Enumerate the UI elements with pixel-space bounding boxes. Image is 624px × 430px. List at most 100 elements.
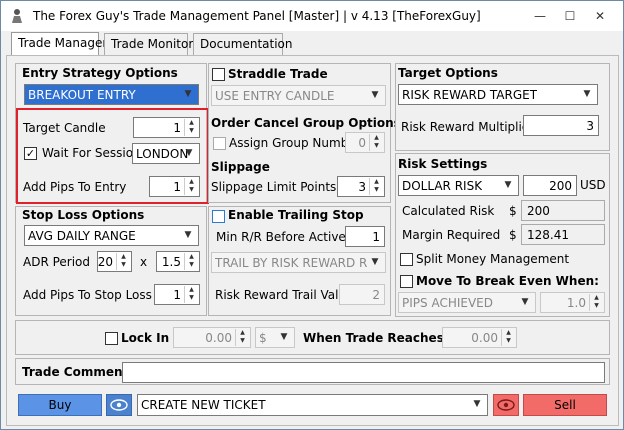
chevron-down-icon: ▼ xyxy=(504,180,512,190)
calculated-risk-symbol: $ xyxy=(509,204,517,218)
lock-in-unit-value: $ xyxy=(259,331,267,345)
risk-type-value: DOLLAR RISK xyxy=(402,179,483,193)
slippage-header: Slippage xyxy=(211,160,270,174)
split-money-checkbox[interactable] xyxy=(400,253,413,266)
tab-trade-manager[interactable]: Trade Manager xyxy=(11,32,107,56)
chevron-down-icon: ▼ xyxy=(371,257,379,267)
chevron-down-icon: ▼ xyxy=(280,332,288,342)
target-type-value: RISK REWARD TARGET xyxy=(402,88,538,102)
assign-group-value: 0 xyxy=(358,136,366,150)
chevron-down-icon: ▼ xyxy=(184,89,192,99)
entry-strategy-select[interactable]: BREAKOUT ENTRY ▼ xyxy=(24,84,199,105)
breakeven-value-stepper[interactable]: 1.0 ▲ ▼ xyxy=(540,292,605,313)
calculated-risk-field: 200 xyxy=(521,200,605,221)
breakeven-type-select[interactable]: PIPS ACHIEVED ▼ xyxy=(398,292,536,313)
spinner-icon[interactable]: ▲ ▼ xyxy=(369,134,383,151)
risk-amount-value: 200 xyxy=(549,179,572,193)
trail-value-input[interactable]: 2 xyxy=(339,284,385,305)
trailing-stop-header: Enable Trailing Stop xyxy=(228,208,364,222)
spinner-icon[interactable]: ▲ ▼ xyxy=(184,286,198,303)
breakeven-value: 1.0 xyxy=(566,296,586,310)
when-trade-reaches-value: 0.00 xyxy=(471,331,498,345)
spinner-icon[interactable]: ▲ ▼ xyxy=(235,329,249,346)
spinner-icon[interactable]: ▲ ▼ xyxy=(501,329,515,346)
slippage-stepper[interactable]: 3 ▲ ▼ xyxy=(337,176,385,197)
tab-documentation[interactable]: Documentation xyxy=(193,33,293,55)
stop-loss-type-select[interactable]: AVG DAILY RANGE ▼ xyxy=(24,225,199,246)
stop-loss-add-pips-stepper[interactable]: 1 ▲ ▼ xyxy=(154,284,200,305)
breakeven-label: Move To Break Even When: xyxy=(416,274,599,288)
window-title: The Forex Guy's Trade Management Panel [… xyxy=(33,9,481,23)
eye-icon xyxy=(497,399,515,411)
spinner-icon[interactable]: ▲ ▼ xyxy=(184,253,198,270)
rr-multiplier-input[interactable]: 3 xyxy=(523,115,599,136)
chevron-down-icon: ▼ xyxy=(184,230,192,240)
lock-in-amount-value: 0.00 xyxy=(205,331,232,345)
buy-preview-button[interactable] xyxy=(106,394,132,416)
spinner-icon[interactable]: ▲ ▼ xyxy=(589,294,603,311)
straddle-header: Straddle Trade xyxy=(228,67,328,81)
app-window: The Forex Guy's Trade Management Panel [… xyxy=(0,0,624,430)
adr-multiplier-value: 1.5 xyxy=(161,255,181,269)
ticket-value: CREATE NEW TICKET xyxy=(141,398,266,412)
buy-button[interactable]: Buy xyxy=(18,394,102,416)
order-cancel-header: Order Cancel Group Options xyxy=(211,116,401,130)
chevron-down-icon: ▼ xyxy=(521,297,529,307)
adr-period-value: 20 xyxy=(97,255,113,269)
breakeven-type-value: PIPS ACHIEVED xyxy=(402,296,493,310)
target-type-select[interactable]: RISK REWARD TARGET ▼ xyxy=(398,84,598,105)
trade-comment-label: Trade Comment: xyxy=(22,365,134,379)
chevron-down-icon: ▼ xyxy=(371,90,379,100)
stop-loss-add-pips-label: Add Pips To Stop Loss xyxy=(23,288,152,302)
ticket-select[interactable]: CREATE NEW TICKET ▼ xyxy=(137,394,488,416)
target-options-header: Target Options xyxy=(398,66,498,80)
lock-in-amount-stepper[interactable]: 0.00 ▲ ▼ xyxy=(173,327,251,348)
breakeven-checkbox[interactable] xyxy=(400,275,413,288)
close-button[interactable]: ✕ xyxy=(587,7,613,25)
times-label: x xyxy=(140,255,148,269)
lock-in-label: Lock In xyxy=(121,331,170,345)
when-trade-reaches-label: When Trade Reaches: $ xyxy=(303,331,462,345)
trail-value-label: Risk Reward Trail Value xyxy=(215,288,354,302)
margin-required-value: 128.41 xyxy=(527,228,569,242)
trailing-stop-checkbox[interactable] xyxy=(212,210,225,223)
slippage-label: Slippage Limit Points xyxy=(211,180,337,194)
tab-trade-monitor[interactable]: Trade Monitor xyxy=(104,33,193,55)
entry-strategy-value: BREAKOUT ENTRY xyxy=(28,88,136,102)
assign-group-label: Assign Group Number xyxy=(229,136,361,150)
margin-required-label: Margin Required xyxy=(402,228,501,242)
min-rr-input[interactable]: 1 xyxy=(345,226,385,247)
risk-settings-header: Risk Settings xyxy=(398,157,488,171)
spinner-icon[interactable]: ▲ ▼ xyxy=(369,178,383,195)
adr-period-stepper[interactable]: 20 ▲ ▼ xyxy=(97,251,132,272)
trade-comment-input[interactable] xyxy=(122,362,605,383)
stop-loss-add-pips-value: 1 xyxy=(173,288,181,302)
straddle-checkbox[interactable] xyxy=(212,68,225,81)
sell-button[interactable]: Sell xyxy=(523,394,607,416)
entry-strategy-header: Entry Strategy Options xyxy=(22,66,178,80)
risk-type-select[interactable]: DOLLAR RISK ▼ xyxy=(398,175,519,196)
margin-required-symbol: $ xyxy=(509,228,517,242)
maximize-button[interactable]: ☐ xyxy=(557,7,583,25)
min-rr-value: 1 xyxy=(372,230,380,244)
lock-in-checkbox[interactable] xyxy=(105,332,118,345)
calculated-risk-value: 200 xyxy=(527,204,550,218)
minimize-button[interactable]: — xyxy=(527,7,553,25)
assign-group-checkbox[interactable] xyxy=(213,137,226,150)
rr-multiplier-value: 3 xyxy=(586,119,594,133)
highlight-box xyxy=(16,108,209,204)
lock-in-unit-select[interactable]: $ ▼ xyxy=(255,327,295,348)
sell-preview-button[interactable] xyxy=(493,394,519,416)
when-trade-reaches-stepper[interactable]: 0.00 ▲ ▼ xyxy=(442,327,517,348)
trail-method-select[interactable]: TRAIL BY RISK REWARD RAT ▼ xyxy=(211,252,386,273)
trail-method-value: TRAIL BY RISK REWARD RAT xyxy=(215,256,367,270)
risk-amount-input[interactable]: 200 xyxy=(523,175,577,196)
assign-group-stepper[interactable]: 0 ▲ ▼ xyxy=(345,132,385,153)
trail-value: 2 xyxy=(372,288,380,302)
title-bar: The Forex Guy's Trade Management Panel [… xyxy=(1,1,623,31)
stop-loss-header: Stop Loss Options xyxy=(22,208,145,222)
adr-multiplier-stepper[interactable]: 1.5 ▲ ▼ xyxy=(156,251,200,272)
spinner-icon[interactable]: ▲ ▼ xyxy=(116,253,130,270)
straddle-candle-select[interactable]: USE ENTRY CANDLE ▼ xyxy=(211,85,386,106)
calculated-risk-label: Calculated Risk xyxy=(402,204,495,218)
